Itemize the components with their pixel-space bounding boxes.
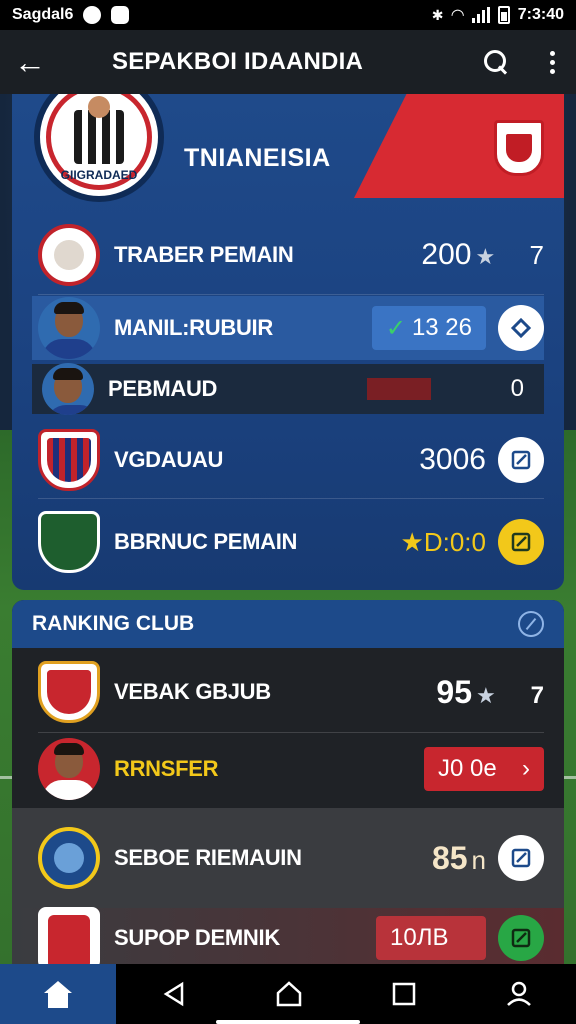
row-value: 0 (510, 375, 524, 402)
home-nav-icon[interactable] (231, 980, 346, 1008)
carrier-label: Sagdal6 (12, 6, 74, 23)
red-indicator (366, 378, 431, 400)
chevron-right-icon: › (522, 755, 530, 782)
search-icon[interactable] (482, 48, 510, 76)
navigation-bar (0, 964, 576, 1024)
edit-button[interactable] (498, 519, 544, 565)
row-label: VEBAK GBJUB (114, 679, 271, 704)
club-badge-avatar (38, 429, 100, 491)
table-row[interactable]: SUPOP DEMNIK 10ЛB (12, 907, 564, 964)
row-label: PEBMAUD (108, 376, 218, 401)
row-label: SEBOE RIEMAUIN (114, 845, 302, 870)
divider (38, 732, 544, 733)
table-row[interactable]: VEBAK GBJUB 95 ★ 7 (12, 656, 564, 728)
table-row[interactable]: SEBOE RIEMAUIN 85 n (12, 808, 564, 908)
club-badge-avatar (38, 827, 100, 889)
notification-icon (83, 6, 102, 24)
list-item[interactable]: VGDAUAU 3006 (12, 424, 564, 496)
star-icon: ★ (476, 682, 496, 708)
bluetooth-icon: ✱ (431, 6, 444, 23)
sync-button[interactable] (498, 305, 544, 351)
battery-icon (497, 6, 510, 24)
row-value: 95 ★ 7 (436, 673, 544, 710)
list-item[interactable]: BBRNUC PEMAIN ★D:0:0 (12, 506, 564, 578)
divider (38, 294, 544, 295)
home-icon[interactable] (0, 964, 116, 1024)
nav-indicator (216, 1020, 360, 1024)
back-nav-icon[interactable] (116, 981, 231, 1007)
back-arrow-icon[interactable]: ← (14, 46, 54, 78)
divider (38, 498, 544, 499)
star-icon: ★ (400, 526, 424, 557)
list-item[interactable]: TRABER PEMAIN 200 ★ 7 (12, 220, 564, 290)
profile-icon[interactable] (461, 980, 576, 1008)
value-pill: 10ЛB (376, 916, 486, 960)
list-item[interactable]: MANIL:RUBUIR ✓ 13 26 (32, 296, 544, 360)
row-label: RRNSFER (114, 756, 219, 781)
row-value: 200 ★ 7 (421, 238, 544, 271)
player-avatar (38, 511, 100, 573)
club-badge-avatar (38, 224, 100, 286)
ranking-card: RANKING CLUB VEBAK GBJUB 95 ★ 7 RRNSFER J… (12, 600, 564, 964)
signal-icon (471, 7, 490, 23)
list-item[interactable]: PEBMAUD 0 (32, 363, 544, 415)
transfer-pill[interactable]: J0 0e › (424, 747, 544, 791)
club-name: TNIANEISIA (184, 144, 331, 172)
federation-badge-icon (494, 120, 544, 176)
status-bar: Sagdal6 ✱ ◠ 7:3:40 (0, 0, 576, 30)
row-label: SUPOP DEMNIK (114, 925, 280, 950)
player-avatar (38, 297, 100, 359)
club-card: GIIGRADAED TNIANEISIA TRABER PEMAIN 200 ★… (12, 94, 564, 590)
chat-icon (111, 6, 130, 24)
row-value: 3006 (419, 443, 486, 476)
row-value: 85 n (431, 839, 486, 876)
row-label: MANIL:RUBUIR (114, 315, 273, 340)
check-icon: ✓ (385, 314, 406, 342)
star-icon: ★ (475, 244, 496, 269)
edit-button[interactable] (498, 835, 544, 881)
row-label: BBRNUC PEMAIN (114, 529, 298, 554)
crest-text: GIIGRADAED (60, 168, 138, 182)
row-value: ★D:0:0 (400, 526, 486, 557)
row-label: VGDAUAU (114, 447, 224, 472)
table-row[interactable]: RRNSFER J0 0e › (12, 734, 564, 804)
player-avatar (42, 363, 94, 415)
player-avatar (38, 738, 100, 800)
edit-button[interactable] (498, 437, 544, 483)
ranking-header: RANKING CLUB (12, 600, 564, 648)
compass-icon[interactable] (518, 611, 544, 637)
recents-icon[interactable] (346, 982, 461, 1006)
edit-button[interactable] (498, 915, 544, 961)
clock: 7:3:40 (517, 6, 564, 23)
jersey-avatar (38, 907, 100, 964)
row-label: TRABER PEMAIN (114, 242, 294, 267)
app-bar: ← SEPAKBOI IDAANDIA (0, 30, 576, 94)
ranking-title: RANKING CLUB (32, 612, 195, 635)
wifi-icon: ◠ (451, 7, 464, 24)
club-crest: GIIGRADAED (34, 94, 164, 202)
club-badge-avatar (38, 661, 100, 723)
more-options-icon[interactable] (550, 50, 556, 74)
value-pill: ✓ 13 26 (371, 306, 486, 350)
app-title: SEPAKBOI IDAANDIA (112, 48, 363, 75)
